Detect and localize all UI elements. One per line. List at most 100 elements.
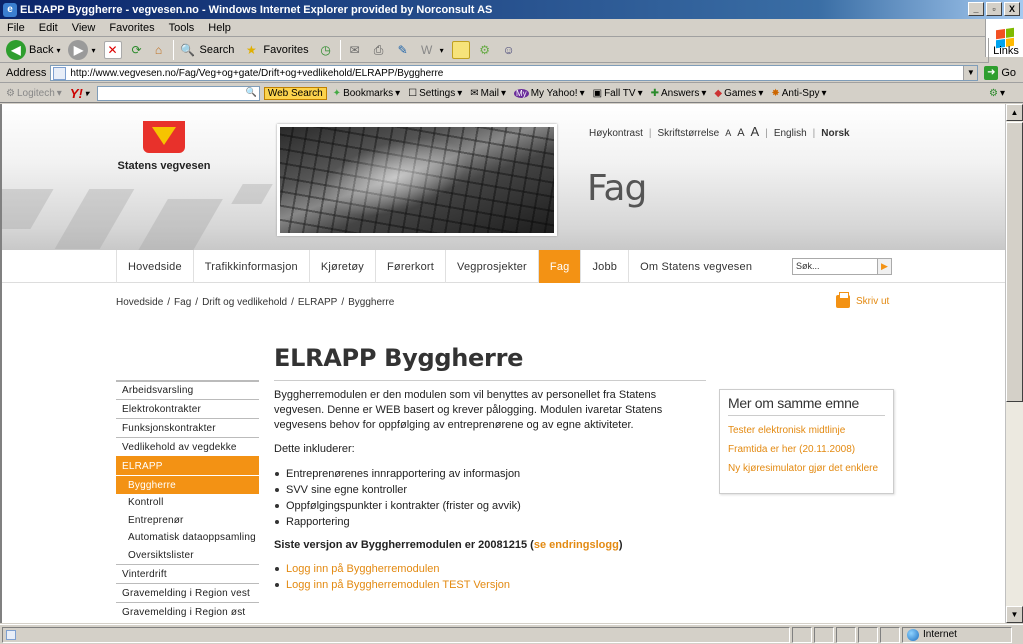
- games-button[interactable]: ◆ Games ▾: [714, 88, 763, 99]
- scroll-up-icon[interactable]: ▲: [1006, 104, 1023, 121]
- nav-hovedside[interactable]: Hovedside: [117, 250, 194, 283]
- favorites-button[interactable]: ★ Favorites: [242, 41, 309, 59]
- leftmenu-elrapp[interactable]: ELRAPP: [116, 456, 259, 475]
- yahoo-toolbar: ⚙ Logitech ▾ Y! ▾ 🔍 Web Search ✦ Bookmarks ▾…: [0, 84, 1023, 103]
- leftmenu-vedlikehold[interactable]: Vedlikehold av vegdekke: [116, 437, 259, 456]
- nav-om-statens-vegvesen[interactable]: Om Statens vegvesen: [629, 250, 763, 283]
- go-arrow-icon: ➜: [984, 66, 999, 80]
- bookmarks-button[interactable]: ✦ Bookmarks ▾: [333, 88, 400, 99]
- leftmenu-kontroll[interactable]: Kontroll: [116, 494, 259, 512]
- related-link[interactable]: Tester elektronisk midtlinje: [728, 425, 885, 437]
- menu-edit[interactable]: Edit: [32, 22, 65, 34]
- site-logo[interactable]: Statens vegvesen: [114, 121, 214, 172]
- version-end: ): [618, 539, 623, 551]
- messenger-icon[interactable]: ☺: [500, 41, 518, 59]
- close-button[interactable]: X: [1004, 2, 1020, 16]
- high-contrast-link[interactable]: Høykontrast: [589, 128, 643, 139]
- changelog-link[interactable]: se endringslogg: [534, 539, 619, 551]
- related-link[interactable]: Framtida er her (20.11.2008): [728, 444, 885, 456]
- ie-icon: e: [3, 2, 17, 17]
- minimize-button[interactable]: _: [968, 2, 984, 16]
- menu-tools[interactable]: Tools: [162, 22, 202, 34]
- address-url[interactable]: http://www.vegvesen.no/Fag/Veg+og+gate/D…: [70, 68, 963, 79]
- menu-favorites[interactable]: Favorites: [102, 22, 161, 34]
- breadcrumb-fag[interactable]: Fag: [174, 297, 191, 308]
- scroll-down-icon[interactable]: ▼: [1006, 606, 1023, 623]
- print-icon[interactable]: ⎙: [370, 41, 388, 59]
- scroll-thumb[interactable]: [1006, 122, 1023, 402]
- leftmenu-byggherre[interactable]: Byggherre: [116, 475, 259, 494]
- login-link[interactable]: Logg inn på Byggherremodulen: [274, 561, 706, 577]
- leftmenu-arbeidsvarsling[interactable]: Arbeidsvarsling: [116, 380, 259, 399]
- search-go-icon[interactable]: ▶: [877, 259, 891, 274]
- fall-tv-button[interactable]: ▣ Fall TV ▾: [593, 88, 643, 99]
- nav-forerkort[interactable]: Førerkort: [376, 250, 447, 283]
- back-button[interactable]: ◀ Back ▾: [6, 40, 60, 60]
- refresh-icon[interactable]: ⟳: [128, 41, 146, 59]
- breadcrumb-hovedside[interactable]: Hovedside: [116, 297, 163, 308]
- restore-button[interactable]: ▫: [986, 2, 1002, 16]
- yahoo-search-input[interactable]: 🔍: [96, 85, 260, 101]
- nav-jobb[interactable]: Jobb: [581, 250, 630, 283]
- font-size-medium[interactable]: A: [737, 127, 744, 139]
- window-title-bar[interactable]: e ELRAPP Byggherre - vegvesen.no - Windo…: [0, 0, 1023, 19]
- logitech-button[interactable]: ⚙ Logitech ▾: [6, 88, 62, 99]
- answers-button[interactable]: ✚ Answers ▾: [651, 88, 707, 99]
- left-menu: Arbeidsvarsling Elektrokontrakter Funksj…: [116, 380, 259, 621]
- breadcrumb-drift[interactable]: Drift og vedlikehold: [202, 297, 287, 308]
- leftmenu-entreprenor[interactable]: Entreprenør: [116, 512, 259, 530]
- leftmenu-elektrokontrakter[interactable]: Elektrokontrakter: [116, 399, 259, 418]
- web-search-button[interactable]: Web Search: [263, 86, 327, 100]
- leftmenu-automatisk[interactable]: Automatisk dataoppsamling: [116, 529, 259, 547]
- nav-vegprosjekter[interactable]: Vegprosjekter: [446, 250, 539, 283]
- site-search-input[interactable]: Søk...: [793, 259, 877, 274]
- mail-button[interactable]: ✉ Mail ▾: [470, 88, 506, 99]
- english-link[interactable]: English: [774, 128, 807, 139]
- vertical-scrollbar[interactable]: ▲ ▼: [1005, 104, 1023, 623]
- nav-trafikkinformasjon[interactable]: Trafikkinformasjon: [194, 250, 310, 283]
- font-size-large[interactable]: A: [751, 124, 760, 139]
- leftmenu-funksjonskontrakter[interactable]: Funksjonskontrakter: [116, 418, 259, 437]
- yahoo-logo-button[interactable]: Y! ▾: [70, 86, 89, 101]
- word-icon[interactable]: W: [418, 41, 436, 59]
- print-link[interactable]: Skriv ut: [836, 292, 890, 308]
- nav-kjoretoy[interactable]: Kjøretøy: [310, 250, 376, 283]
- login-links: Logg inn på Byggherremodulen Logg inn på…: [274, 561, 706, 593]
- menu-view[interactable]: View: [65, 22, 103, 34]
- font-size-small[interactable]: A: [725, 128, 731, 138]
- breadcrumb-elrapp[interactable]: ELRAPP: [298, 297, 337, 308]
- fall-tv-label: Fall TV: [604, 87, 636, 99]
- my-yahoo-button[interactable]: My My Yahoo! ▾: [514, 88, 585, 99]
- leftmenu-gravemelding-vest[interactable]: Gravemelding i Region vest: [116, 583, 259, 602]
- research-icon[interactable]: ⚙: [476, 41, 494, 59]
- site-search: Søk... ▶: [792, 258, 892, 275]
- links-button[interactable]: Links: [988, 38, 1023, 63]
- settings-button[interactable]: ☐ Settings ▾: [408, 88, 462, 99]
- login-test-link[interactable]: Logg inn på Byggherremodulen TEST Versjo…: [274, 577, 706, 593]
- search-button[interactable]: 🔍 Search: [179, 41, 234, 59]
- menu-file[interactable]: File: [0, 22, 32, 34]
- edit-icon[interactable]: ✎: [394, 41, 412, 59]
- toolbar-options-button[interactable]: ⚙ ▾: [989, 88, 1005, 99]
- bookmark-icon: ✦: [332, 87, 342, 99]
- home-icon[interactable]: ⌂: [150, 41, 168, 59]
- notes-icon[interactable]: [451, 41, 470, 59]
- address-dropdown-icon[interactable]: ▼: [963, 66, 978, 80]
- nav-fag[interactable]: Fag: [538, 250, 582, 283]
- forward-button[interactable]: ▶ ▾: [68, 40, 96, 60]
- related-link[interactable]: Ny kjøresimulator gjør det enklere: [728, 463, 885, 475]
- print-label: Skriv ut: [856, 296, 890, 307]
- anti-spy-button[interactable]: ✸ Anti-Spy ▾: [771, 88, 826, 99]
- norsk-link[interactable]: Norsk: [821, 128, 849, 139]
- address-input[interactable]: http://www.vegvesen.no/Fag/Veg+og+gate/D…: [50, 65, 979, 81]
- menu-help[interactable]: Help: [201, 22, 238, 34]
- go-button[interactable]: ➜ Go: [984, 66, 1016, 80]
- leftmenu-oversiktslister[interactable]: Oversiktslister: [116, 547, 259, 565]
- settings-icon: ☐: [408, 87, 418, 99]
- stop-icon[interactable]: ✕: [103, 41, 122, 59]
- leftmenu-vinterdrift[interactable]: Vinterdrift: [116, 564, 259, 583]
- history-icon[interactable]: ◷: [317, 41, 335, 59]
- security-zone[interactable]: Internet: [902, 626, 1012, 643]
- mail-icon[interactable]: ✉: [346, 41, 364, 59]
- leftmenu-gravemelding-ost[interactable]: Gravemelding i Region øst: [116, 602, 259, 621]
